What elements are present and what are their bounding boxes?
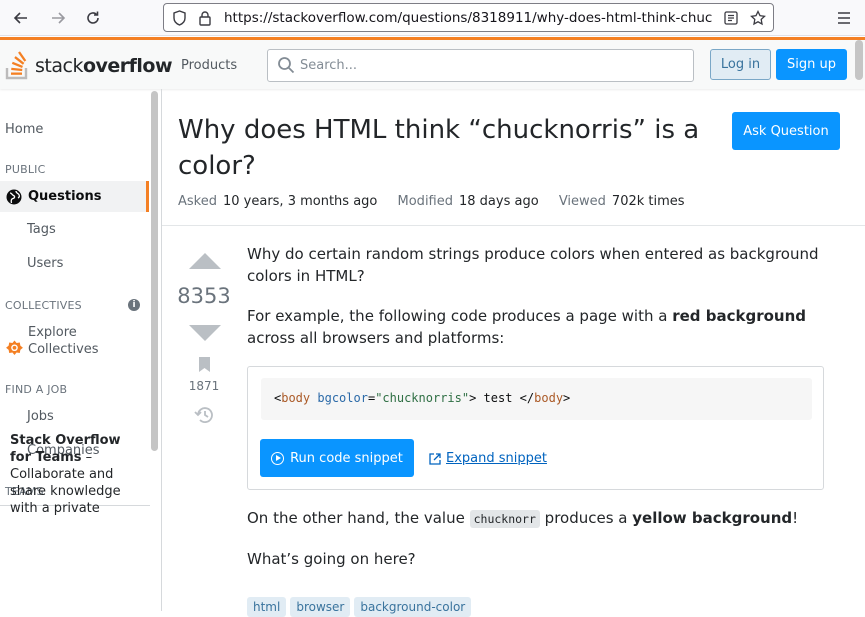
reader-view-icon[interactable] bbox=[722, 9, 740, 27]
sidebar-heading-collectives: COLLECTIVES bbox=[5, 299, 82, 312]
explore-line-1: Explore bbox=[28, 325, 77, 340]
bookmark-icon[interactable] bbox=[198, 356, 211, 373]
code-mid: > test </ bbox=[469, 391, 535, 405]
bookmark-star-icon[interactable] bbox=[749, 9, 767, 27]
run-snippet-button[interactable]: Run code snippet bbox=[260, 439, 414, 477]
asked-value[interactable]: 10 years, 3 months ago bbox=[223, 194, 377, 209]
sidebar-item-jobs[interactable]: Jobs bbox=[27, 409, 54, 424]
bookmark-count: 1871 bbox=[188, 379, 220, 393]
run-snippet-label: Run code snippet bbox=[290, 450, 403, 466]
sidebar-item-users[interactable]: Users bbox=[27, 256, 63, 271]
history-icon[interactable] bbox=[194, 406, 214, 424]
back-icon[interactable] bbox=[8, 6, 34, 30]
teams-promo[interactable]: Stack Overflow for Teams – Collaborate a… bbox=[10, 432, 140, 517]
search-input[interactable] bbox=[300, 50, 680, 81]
sidebar-item-questions[interactable]: Questions bbox=[0, 181, 149, 212]
site-header: stackoverflow Products Log in Sign up bbox=[0, 37, 865, 89]
p3-text-c: ! bbox=[792, 509, 799, 527]
post-paragraph-3: On the other hand, the value chucknorr p… bbox=[247, 507, 837, 530]
p3-bold: yellow background bbox=[632, 509, 793, 527]
products-link[interactable]: Products bbox=[181, 58, 237, 73]
p2-text-a: For example, the following code produces… bbox=[247, 307, 673, 325]
tag-html[interactable]: html bbox=[247, 597, 287, 617]
shield-icon[interactable] bbox=[170, 9, 188, 27]
post-paragraph-2: For example, the following code produces… bbox=[247, 305, 837, 349]
sidebar-item-home[interactable]: Home bbox=[5, 122, 43, 137]
question-title[interactable]: Why does HTML think “chucknorris” is a c… bbox=[178, 112, 723, 184]
p2-bold: red background bbox=[672, 307, 806, 325]
p2-text-b: across all browsers and platforms: bbox=[247, 329, 505, 347]
menu-icon[interactable] bbox=[831, 6, 857, 30]
code-attr: bgcolor bbox=[317, 391, 368, 405]
tag-browser[interactable]: browser bbox=[290, 597, 351, 617]
sidebar-item-label: Questions bbox=[28, 189, 102, 204]
globe-icon bbox=[6, 189, 22, 204]
viewed-value: 702k times bbox=[611, 194, 685, 209]
divider bbox=[162, 225, 865, 226]
post-paragraph-1: Why do certain random strings produce co… bbox=[247, 245, 819, 285]
sidebar-heading-find-job: FIND A JOB bbox=[5, 383, 68, 396]
modified-label: Modified bbox=[397, 194, 453, 209]
left-sidebar: Home PUBLIC Questions Tags Users COLLECT… bbox=[0, 89, 162, 611]
question-meta: Asked 10 years, 3 months ago Modified 18 d… bbox=[178, 194, 701, 209]
downvote-icon[interactable] bbox=[189, 325, 221, 341]
reload-icon[interactable] bbox=[80, 6, 106, 30]
sidebar-heading-public: PUBLIC bbox=[5, 163, 46, 176]
stackoverflow-logo[interactable]: stackoverflow bbox=[5, 51, 173, 81]
play-icon bbox=[271, 451, 285, 465]
modified-value[interactable]: 18 days ago bbox=[459, 194, 539, 209]
logo-text: stackoverflow bbox=[35, 55, 173, 77]
stackoverflow-logo-icon bbox=[5, 51, 28, 80]
sidebar-item-tags[interactable]: Tags bbox=[27, 222, 56, 237]
expand-snippet-link[interactable]: Expand snippet bbox=[429, 451, 547, 466]
code-block[interactable]: <body bgcolor="chucknorris"> test </body… bbox=[261, 378, 812, 420]
tag-list: html browser background-color bbox=[247, 597, 472, 617]
external-link-icon bbox=[429, 452, 441, 465]
search-box[interactable] bbox=[267, 49, 694, 82]
inline-code: chucknorr bbox=[469, 510, 540, 528]
address-bar[interactable]: https://stackoverflow.com/questions/8318… bbox=[163, 3, 774, 32]
browser-toolbar: https://stackoverflow.com/questions/8318… bbox=[0, 0, 865, 36]
sidebar-item-explore-collectives[interactable]: Explore Collectives bbox=[6, 324, 99, 358]
code-tag: body bbox=[281, 391, 311, 405]
explore-line-2: Collectives bbox=[28, 342, 99, 357]
post-paragraph-4: What’s going on here? bbox=[247, 550, 416, 568]
asked-label: Asked bbox=[178, 194, 217, 209]
code-gt: > bbox=[563, 391, 571, 405]
forward-icon[interactable] bbox=[45, 6, 71, 30]
code-string: "chucknorris" bbox=[375, 391, 470, 405]
viewed-label: Viewed bbox=[558, 194, 606, 209]
sidebar-scrollbar[interactable] bbox=[151, 91, 158, 451]
code-snippet: <body bgcolor="chucknorris"> test </body… bbox=[247, 366, 824, 490]
lock-icon[interactable] bbox=[196, 9, 214, 27]
info-icon[interactable]: i bbox=[128, 299, 140, 311]
code-tag-close: body bbox=[534, 391, 564, 405]
teams-promo-title: Stack Overflow for Teams bbox=[10, 433, 121, 465]
upvote-icon[interactable] bbox=[189, 253, 221, 269]
signup-button[interactable]: Sign up bbox=[776, 49, 847, 80]
expand-snippet-label: Expand snippet bbox=[446, 451, 547, 466]
ask-question-button[interactable]: Ask Question bbox=[732, 112, 840, 150]
search-icon bbox=[277, 56, 295, 78]
p3-text-b: produces a bbox=[539, 509, 633, 527]
vote-count: 8353 bbox=[177, 284, 231, 308]
tag-background-color[interactable]: background-color bbox=[354, 597, 472, 617]
p3-text-a: On the other hand, the value bbox=[247, 509, 470, 527]
login-button[interactable]: Log in bbox=[710, 49, 771, 80]
collectives-icon bbox=[6, 340, 23, 356]
page-scrollbar[interactable] bbox=[855, 40, 863, 80]
url-text[interactable]: https://stackoverflow.com/questions/8318… bbox=[224, 10, 719, 26]
